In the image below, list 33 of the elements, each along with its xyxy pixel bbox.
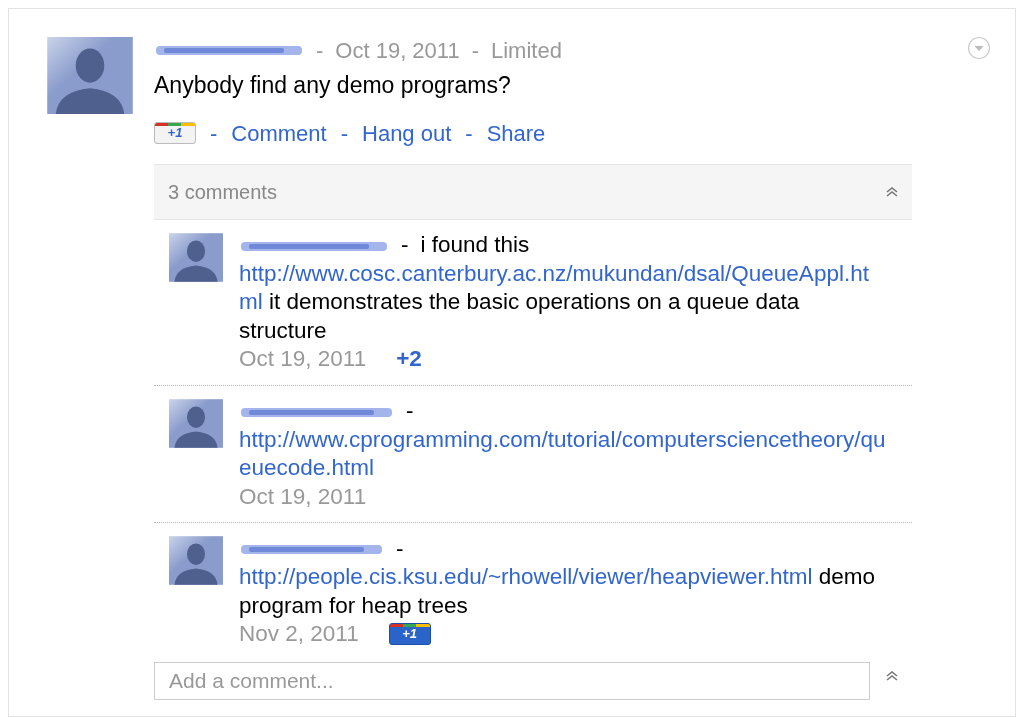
separator: - xyxy=(471,36,479,65)
comment-count: 3 comments xyxy=(168,179,277,205)
comment-date[interactable]: Nov 2, 2011 xyxy=(239,620,359,649)
comment-field[interactable]: Add a comment... xyxy=(154,661,870,700)
plus-count[interactable]: +2 xyxy=(396,345,422,374)
action-link[interactable]: Comment xyxy=(231,116,327,150)
avatar-icon xyxy=(169,536,223,585)
action-link[interactable]: Hang out xyxy=(362,116,452,150)
separator: - xyxy=(340,119,348,148)
visibility-label[interactable]: Limited xyxy=(491,33,562,67)
comment-text: http://www.cosc.canterbury.ac.nz/mukundan/dsal/QueueAppl.html it demonstrates the basic operations on a queue data structure xyxy=(239,259,870,345)
comment-text: http://people.cis.ksu.edu/~rhowell/viewer/heapviewer.html demo program for heap trees xyxy=(239,563,876,620)
comment-date[interactable]: Oct 19, 2011 xyxy=(239,345,367,374)
avatar-icon xyxy=(47,37,133,114)
plus-one-button[interactable]: +1 xyxy=(154,122,196,144)
plus-one-button[interactable]: +1 xyxy=(388,623,431,646)
separator: - xyxy=(316,36,324,65)
collapse-icon[interactable] xyxy=(886,186,898,197)
avatar-icon xyxy=(169,232,223,282)
action-link[interactable]: Share xyxy=(486,116,546,150)
post-text: Anybody find any demo programs? xyxy=(154,71,512,100)
avatar-icon xyxy=(169,398,223,448)
separator: - xyxy=(396,534,404,563)
separator: - xyxy=(465,119,473,148)
comments-bar[interactable]: 3 comments xyxy=(154,163,912,220)
separator: - xyxy=(401,231,409,260)
separator: - xyxy=(406,397,414,426)
comment-intro: i found this xyxy=(420,231,530,260)
comment-link[interactable]: http://www.cprogramming.com/tutorial/computersciencetheory/queuecode.html xyxy=(239,425,887,483)
post-date[interactable]: Oct 19, 2011 xyxy=(335,33,460,67)
comment-date[interactable]: Oct 19, 2011 xyxy=(239,482,367,511)
separator: - xyxy=(210,119,218,148)
collapse-icon[interactable] xyxy=(886,670,898,681)
